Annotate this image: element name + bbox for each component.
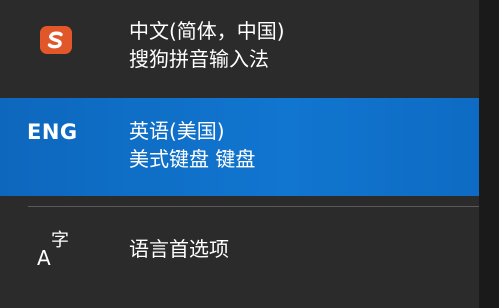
ime-item-sogou-text: 中文(简体，中国) 搜狗拼音输入法 (129, 17, 285, 73)
ime-item-english-text: 英语(美国) 美式键盘 键盘 (129, 117, 255, 173)
cjk-glyph: 字 (51, 230, 69, 251)
language-preferences-label: 语言首选项 (129, 237, 229, 261)
language-name: 中文(简体，中国) (129, 19, 285, 43)
ime-item-english-us[interactable]: ENG 英语(美国) 美式键盘 键盘 (0, 98, 479, 196)
keyboard-name: 搜狗拼音输入法 (129, 47, 269, 71)
ime-item-sogou-chinese[interactable]: 中文(简体，中国) 搜狗拼音输入法 (0, 0, 479, 98)
menu-divider (28, 206, 479, 207)
sogou-s-icon (39, 25, 73, 55)
language-preferences-link[interactable]: A 字 语言首选项 (0, 208, 479, 308)
language-options-icon: A 字 (37, 230, 77, 272)
language-preferences-text: 语言首选项 (129, 235, 229, 263)
latin-glyph: A (37, 246, 51, 270)
flyout-edge (479, 0, 499, 308)
keyboard-name: 美式键盘 键盘 (129, 147, 256, 171)
language-code-label: ENG (27, 120, 78, 144)
input-method-flyout: 中文(简体，中国) 搜狗拼音输入法 ENG 英语(美国) 美式键盘 键盘 A 字… (0, 0, 499, 308)
language-name: 英语(美国) (129, 119, 225, 143)
